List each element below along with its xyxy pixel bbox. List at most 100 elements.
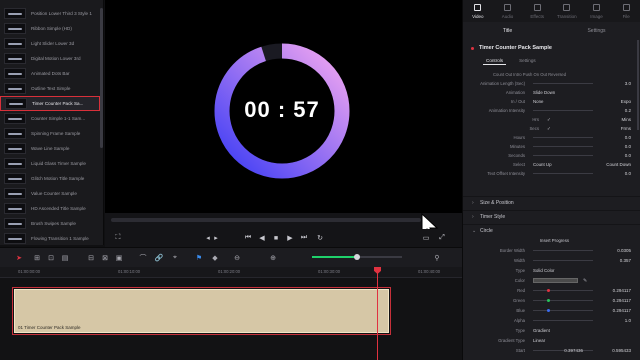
control-slider[interactable] bbox=[533, 137, 593, 138]
flag-icon[interactable]: ⚑ bbox=[194, 253, 204, 263]
scrub-track[interactable] bbox=[111, 218, 421, 222]
control-slider[interactable] bbox=[533, 350, 593, 351]
selection-tool-icon[interactable]: ➤ bbox=[14, 253, 24, 263]
tab-controls[interactable]: Controls bbox=[483, 57, 507, 65]
tab-title[interactable]: Title bbox=[463, 25, 552, 37]
trim-tool-icon[interactable]: ⊞ bbox=[32, 253, 42, 263]
library-item[interactable]: Ribbon Simple (HD) bbox=[0, 21, 100, 36]
control-value[interactable]: 0.0 bbox=[625, 153, 631, 158]
dynamic-trim-icon[interactable]: ▤ bbox=[60, 253, 70, 263]
control-select-secondary[interactable]: Count Down bbox=[606, 162, 631, 167]
zoom-slider-knob[interactable] bbox=[354, 254, 360, 260]
jog-right-icon[interactable]: ▸ bbox=[211, 233, 221, 243]
timeline-zoom-slider[interactable] bbox=[312, 254, 402, 260]
play-icon[interactable]: ▶ bbox=[285, 233, 295, 243]
library-item[interactable]: Flowing Transition 1 Sample bbox=[0, 231, 100, 246]
tab-settings[interactable]: Settings bbox=[552, 25, 640, 37]
control-select[interactable]: Solid Color bbox=[533, 268, 554, 273]
control-slider[interactable] bbox=[533, 155, 593, 156]
control-select[interactable]: Slide Down bbox=[533, 90, 555, 95]
effect-enabled-icon[interactable] bbox=[471, 46, 474, 50]
control-value[interactable]: 1.0 bbox=[625, 318, 631, 323]
control-value[interactable]: 0.397436 bbox=[564, 348, 583, 353]
fullscreen-icon[interactable]: ⤢ bbox=[437, 233, 447, 243]
audio-meter-icon[interactable]: ⚲ bbox=[432, 253, 442, 263]
marker-icon[interactable]: ◆ bbox=[210, 253, 220, 263]
inspector-tab-transition[interactable]: Transition bbox=[552, 0, 582, 22]
library-item[interactable]: Value Counter Sample bbox=[0, 186, 100, 201]
control-slider[interactable] bbox=[533, 320, 593, 321]
inspector-tab-image[interactable]: Image bbox=[582, 0, 612, 22]
control-slider[interactable] bbox=[533, 260, 593, 261]
control-value[interactable]: 0.294117 bbox=[613, 288, 631, 293]
color-swatch[interactable] bbox=[533, 278, 578, 283]
inspector-scrollbar[interactable] bbox=[637, 40, 639, 130]
control-value[interactable]: 0.0305 bbox=[617, 248, 631, 253]
control-slider[interactable] bbox=[533, 146, 593, 147]
control-select-secondary[interactable]: Expo bbox=[621, 99, 631, 104]
control-value[interactable]: 0.294117 bbox=[613, 308, 631, 313]
control-select[interactable]: Gradient bbox=[533, 328, 550, 333]
insert-clip-icon[interactable]: ⊟ bbox=[86, 253, 96, 263]
library-item[interactable]: Counter Simple 1-1 Sam... bbox=[0, 111, 100, 126]
control-value[interactable]: 0.0 bbox=[625, 171, 631, 176]
control-value[interactable]: 0.357 bbox=[620, 258, 631, 263]
library-scrollbar[interactable] bbox=[100, 8, 103, 148]
zoom-full-icon[interactable]: ⊕ bbox=[268, 253, 278, 263]
library-item[interactable]: Animated Dots Bar bbox=[0, 66, 100, 81]
control-slider[interactable] bbox=[533, 300, 593, 301]
stop-icon[interactable]: ■ bbox=[271, 233, 281, 243]
library-item[interactable]: Liquid Glass Timer Sample bbox=[0, 156, 100, 171]
link-icon[interactable]: 🔗 bbox=[154, 253, 164, 263]
library-item[interactable]: Light Slider Lower 3d bbox=[0, 36, 100, 51]
safe-area-icon[interactable]: ▭ bbox=[421, 233, 431, 243]
control-value-secondary[interactable]: 0.595433 bbox=[612, 348, 631, 353]
position-lock-icon[interactable]: ⌖ bbox=[170, 253, 180, 263]
eyedropper-icon[interactable]: ✎ bbox=[583, 278, 587, 284]
inspector-tab-audio[interactable]: Audio bbox=[493, 0, 523, 22]
library-item[interactable]: Outline Text Simple bbox=[0, 81, 100, 96]
replace-clip-icon[interactable]: ▣ bbox=[114, 253, 124, 263]
library-item[interactable]: Brush Swipes Sample bbox=[0, 216, 100, 231]
control-slider[interactable] bbox=[533, 173, 593, 174]
reverse-play-icon[interactable]: ◀ bbox=[257, 233, 267, 243]
control-slider[interactable] bbox=[533, 310, 593, 311]
skip-end-icon[interactable]: ⏭ bbox=[299, 233, 309, 243]
section-timer-style[interactable]: › Timer Style bbox=[463, 210, 640, 223]
control-slider[interactable] bbox=[533, 110, 593, 111]
control-value[interactable]: 0.0 bbox=[625, 135, 631, 140]
snapping-icon[interactable]: ⌒ bbox=[138, 253, 148, 263]
control-slider[interactable] bbox=[533, 250, 593, 251]
loop-icon[interactable]: ↻ bbox=[315, 233, 325, 243]
playhead[interactable] bbox=[377, 267, 378, 360]
tab-modifiers[interactable]: Settings bbox=[516, 57, 539, 65]
timeline-ruler[interactable]: 01:00:00:00 01:00:10:00 01:00:20:00 01:00:3… bbox=[0, 267, 462, 278]
checkbox[interactable]: ✓ bbox=[547, 126, 551, 132]
control-select[interactable]: Linear bbox=[533, 338, 545, 343]
control-slider[interactable] bbox=[533, 290, 593, 291]
library-item[interactable]: Spinning Frame Sample bbox=[0, 126, 100, 141]
control-select[interactable]: Count Up bbox=[533, 162, 552, 167]
control-value[interactable]: 0.2 bbox=[625, 108, 631, 113]
inspector-tab-video[interactable]: Video bbox=[463, 0, 493, 22]
control-select[interactable]: None bbox=[533, 99, 544, 104]
control-value[interactable]: 0.294117 bbox=[613, 298, 631, 303]
overwrite-clip-icon[interactable]: ⊠ bbox=[100, 253, 110, 263]
inspector-tab-effects[interactable]: Effects bbox=[522, 0, 552, 22]
library-item[interactable]: Position Lower Third 3 Style 1 bbox=[0, 6, 100, 21]
control-slider[interactable] bbox=[533, 83, 593, 84]
viewer-scrubber[interactable] bbox=[105, 213, 462, 229]
library-item[interactable]: Digital Motion Lower 3rd bbox=[0, 51, 100, 66]
library-item[interactable]: Timer Counter Pack Sa... bbox=[0, 96, 100, 111]
section-size-position[interactable]: › Size & Position bbox=[463, 196, 640, 209]
control-value[interactable]: 0.0 bbox=[625, 144, 631, 149]
blade-tool-icon[interactable]: ⊡ bbox=[46, 253, 56, 263]
library-item[interactable]: HD Ascended Title Sample bbox=[0, 201, 100, 216]
checkbox[interactable]: ✓ bbox=[547, 117, 551, 123]
control-value[interactable]: 3.0 bbox=[625, 81, 631, 86]
library-item[interactable]: Glitch Motion Title Sample bbox=[0, 171, 100, 186]
viewer-options-icon[interactable]: ⛶ bbox=[113, 233, 123, 243]
zoom-out-icon[interactable]: ⊖ bbox=[232, 253, 242, 263]
inspector-tab-file[interactable]: File bbox=[611, 0, 640, 22]
library-item[interactable]: Wave Line Sample bbox=[0, 141, 100, 156]
